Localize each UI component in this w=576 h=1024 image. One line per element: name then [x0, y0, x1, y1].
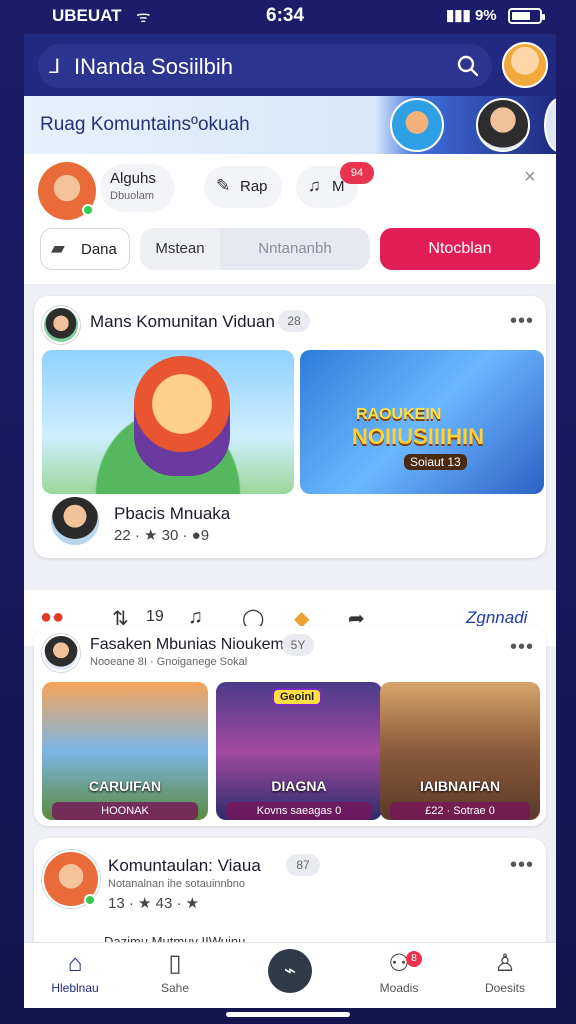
thumb-caption: CARUIFAN: [88, 778, 162, 794]
segment-2[interactable]: Nntananbh: [220, 228, 370, 270]
carrier-label: UBEUAT: [52, 6, 122, 25]
user-subtitle: Dbuolam: [110, 190, 155, 202]
game-title-line-1: RAOUKEIN: [356, 406, 442, 423]
post-title[interactable]: Komuntaulan: Viaua: [108, 856, 261, 876]
clock: 6:34: [266, 5, 305, 26]
poster-avatar[interactable]: [48, 494, 102, 548]
post-subtitle: Nooeane 8I · Gnoiganege Sokal: [90, 656, 248, 668]
post-badge: 28: [278, 310, 310, 332]
thumb-caption: DIAGNA: [271, 778, 327, 794]
banner-avatar-1[interactable]: [390, 98, 444, 152]
thumb-1[interactable]: CARUIFAN HOONAK: [42, 682, 208, 820]
status-bar: UBEUAT ᯤ 6:34 ▮▮▮ 9%: [0, 0, 576, 34]
thumb-2[interactable]: Geoinl DIAGNA Kovns saeagas 0: [216, 682, 382, 820]
more-icon[interactable]: •••: [510, 636, 534, 659]
screen: UBEUAT ᯤ 6:34 ▮▮▮ 9% ᒧ INanda Sosiilbih …: [0, 0, 576, 1024]
banner-avatar-2[interactable]: [476, 98, 530, 152]
segmented-control: Mstean Nntananbh: [140, 228, 370, 270]
tab-label: Doesits: [484, 981, 525, 995]
notification-badge: 94: [340, 162, 374, 184]
post-card-1: Mans Komunitan Viduan 28 ••• RAOUKEIN NO…: [34, 296, 546, 558]
title-pill[interactable]: ᒧ INanda Sosiilbih: [38, 44, 492, 88]
tab-library[interactable]: ▯ Sahe: [130, 949, 220, 1005]
poster-title[interactable]: Pbacis Mnuaka: [114, 504, 230, 524]
top-bar: ᒧ INanda Sosiilbih: [24, 34, 556, 96]
pencil-icon: ✎: [216, 176, 231, 195]
tab-home[interactable]: ⌂ Hleblnau: [30, 949, 120, 1005]
tab-bar: ⌂ Hleblnau ▯ Sahe ⌁ ⚇ 8 Moadis ♙ Doesits: [24, 942, 556, 1008]
post-meta: 13 · ★ 43 · ★: [108, 895, 200, 912]
post-badge: 5Y: [282, 634, 314, 656]
page-title: INanda Sosiilbih: [74, 54, 233, 79]
battery-percent: 9%: [474, 7, 497, 24]
post-button[interactable]: Ntocblan: [380, 228, 540, 270]
app-window: ᒧ INanda Sosiilbih Ruag Komuntainsºokuah…: [24, 34, 556, 1008]
tab-badge: 8: [406, 951, 422, 967]
tab-label: Hleblnau: [51, 981, 99, 995]
banner-avatar-3[interactable]: [544, 98, 556, 152]
home-icon: ⌂: [67, 950, 83, 977]
tab-profile[interactable]: ♙ Doesits: [460, 949, 550, 1005]
more-icon[interactable]: •••: [510, 310, 534, 333]
tab-friends[interactable]: ⚇ 8 Moadis: [354, 949, 444, 1005]
signal-icon: ▮▮▮: [446, 7, 471, 24]
rap-chip[interactable]: ✎ Rap: [204, 166, 282, 208]
post-title[interactable]: Mans Komunitan Viduan: [90, 312, 275, 332]
person-icon: ♙: [494, 950, 516, 977]
composer-card: Alguhs Dbuolam ✎ Rap ♫ M 94 × ▰ Dana Mst…: [24, 154, 556, 284]
post-image-1[interactable]: [42, 350, 294, 494]
post-meta: 22 · ★ 30 · ●9: [114, 527, 210, 544]
author-avatar[interactable]: [42, 634, 80, 672]
community-banner[interactable]: Ruag Komuntainsºokuah: [24, 96, 556, 154]
tab-label: Sahe: [160, 981, 190, 995]
balloon-character-icon: [134, 356, 230, 476]
battery-level: [512, 12, 530, 20]
tab-compose[interactable]: ⌁: [258, 943, 322, 1007]
more-icon[interactable]: •••: [510, 854, 534, 877]
music-icon: ♫: [308, 176, 321, 195]
status-right: ▮▮▮ 9%: [446, 6, 497, 24]
people-icon: ⚇: [388, 950, 410, 977]
avatar[interactable]: [502, 42, 548, 88]
user-chip[interactable]: Alguhs Dbuolam: [100, 164, 174, 212]
post-image-2[interactable]: RAOUKEIN NOIIUSIIIHIN Soiaut 13: [300, 350, 544, 494]
post-card-2: Fasaken Mbunias Nioukem Nooeane 8I · Gno…: [34, 626, 546, 826]
segment-1[interactable]: Mstean: [140, 228, 220, 270]
banner-title: Ruag Komuntainsºokuah: [40, 114, 250, 135]
close-icon[interactable]: ×: [524, 166, 536, 189]
user-name: Alguhs: [110, 170, 156, 187]
image-icon: ▰: [51, 238, 65, 258]
wifi-icon: ᯤ: [136, 9, 151, 26]
thumb-tag: Geoinl: [272, 688, 323, 706]
media-button[interactable]: ▰ Dana: [40, 228, 130, 270]
author-avatar[interactable]: [42, 306, 80, 344]
share-count: 19: [146, 608, 164, 625]
post-title[interactable]: Fasaken Mbunias Nioukem: [90, 636, 284, 654]
view-link[interactable]: Zgnnadi: [466, 608, 527, 628]
search-icon[interactable]: [456, 54, 480, 78]
game-subtitle: Soiaut 13: [404, 454, 467, 470]
home-indicator: [226, 1012, 350, 1017]
thumb-subcaption: HOONAK: [52, 802, 198, 820]
rap-chip-label: Rap: [240, 178, 268, 195]
thumb-subcaption: £22 · Sotrae 0: [390, 802, 530, 820]
game-title-line-2: NOIIUSIIIHIN: [352, 424, 485, 449]
compose-icon: ⌁: [268, 949, 312, 993]
thumb-caption: IAIBNAIFAN: [419, 778, 501, 794]
post-badge: 87: [286, 854, 320, 876]
battery-icon: [508, 8, 545, 24]
post-subtitle: Notanalnan ihe sotauinnbno: [108, 878, 246, 890]
online-indicator: [82, 204, 94, 216]
thumb-subcaption: Kovns saeagas 0: [226, 802, 372, 820]
back-icon[interactable]: ᒧ: [48, 54, 60, 79]
book-icon: ▯: [168, 950, 182, 977]
tab-label: Moadis: [379, 981, 419, 995]
media-button-label: Dana: [81, 241, 117, 258]
thumb-3[interactable]: IAIBNAIFAN £22 · Sotrae 0: [380, 682, 540, 820]
online-indicator: [84, 894, 96, 906]
